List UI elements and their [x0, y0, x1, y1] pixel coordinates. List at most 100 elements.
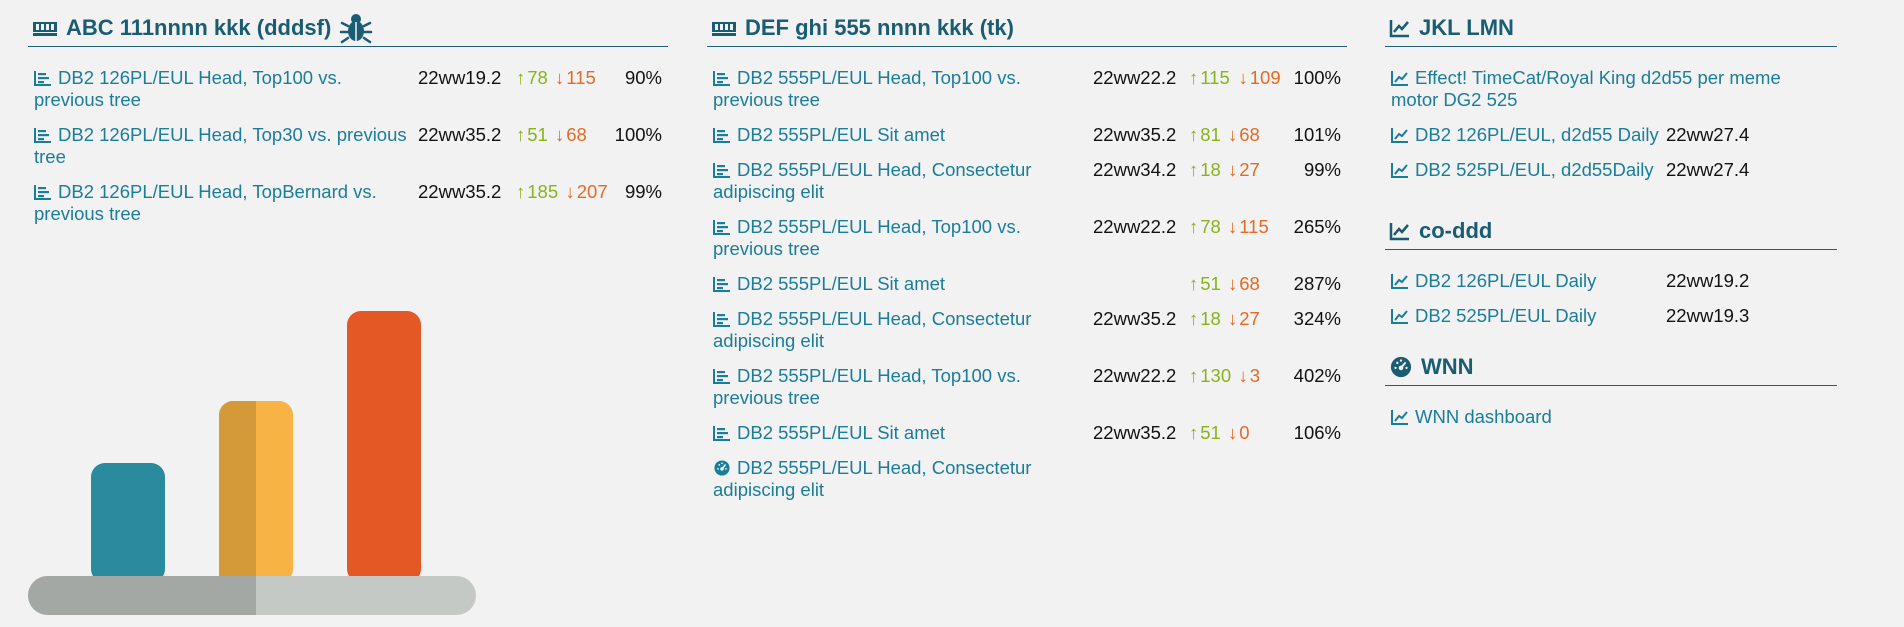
report-link[interactable]: DB2 555PL/EUL Head, Top100 vs. previous …: [713, 67, 1093, 111]
improvements-count[interactable]: ↑ 51: [1189, 422, 1221, 444]
improvements-count[interactable]: ↑ 78: [516, 67, 548, 89]
arrow-up-icon: ↑: [1189, 273, 1199, 294]
report-link[interactable]: DB2 555PL/EUL Head, Consectetur adipisci…: [713, 457, 1093, 501]
regressions-count[interactable]: ↓ 68: [1228, 124, 1260, 146]
report-link[interactable]: DB2 525PL/EUL, d2d55Daily: [1391, 159, 1661, 181]
score-percent: 287%: [1293, 273, 1341, 294]
bar-chart-icon: [713, 126, 731, 143]
regressions-value: 109: [1249, 67, 1281, 88]
line-chart-icon: [1391, 272, 1409, 289]
bar-chart-icon: [713, 218, 731, 235]
arrow-up-icon: ↑: [516, 67, 526, 88]
regressions-value: 68: [1239, 124, 1260, 145]
section-jkl-title: JKL LMN: [1419, 15, 1514, 40]
arrow-down-icon: ↓: [1228, 422, 1238, 443]
report-link[interactable]: DB2 555PL/EUL Head, Top100 vs. previous …: [713, 365, 1093, 409]
regressions-count[interactable]: ↓ 27: [1228, 308, 1260, 330]
report-link[interactable]: DB2 126PL/EUL Head, Top30 vs. previous t…: [34, 124, 414, 168]
dashboard-icon: [1389, 356, 1413, 378]
build-version: 22ww35.2: [1093, 124, 1177, 145]
arrow-up-icon: ↑: [1189, 67, 1199, 88]
bar-chart-icon: [713, 161, 731, 178]
regressions-count[interactable]: ↓ 207: [566, 181, 608, 203]
list-item: DB2 525PL/EUL Daily 22ww19.3: [1385, 305, 1837, 327]
regressions-count[interactable]: ↓ 115: [555, 67, 596, 89]
report-link[interactable]: DB2 525PL/EUL Daily: [1391, 305, 1661, 327]
memory-icon: [32, 17, 58, 39]
report-link[interactable]: DB2 126PL/EUL Daily: [1391, 270, 1661, 292]
list-item: DB2 555PL/EUL Head, Consectetur adipisci…: [707, 159, 1347, 202]
line-chart-icon: [1389, 17, 1411, 39]
report-link[interactable]: DB2 126PL/EUL Head, Top100 vs. previous …: [34, 67, 414, 111]
list-item: DB2 126PL/EUL Head, TopBernard vs. previ…: [28, 181, 668, 224]
list-item: Effect! TimeCat/Royal King d2d55 per mem…: [1385, 67, 1837, 110]
section-co-header: co-ddd: [1385, 213, 1837, 250]
report-link[interactable]: DB2 555PL/EUL Sit amet: [713, 273, 1093, 295]
improvements-count[interactable]: ↑ 185: [516, 181, 558, 203]
build-version: 22ww19.2: [418, 67, 502, 88]
score-percent: 90%: [624, 67, 662, 88]
list-item: WNN dashboard: [1385, 406, 1837, 428]
improvements-count[interactable]: ↑ 18: [1189, 159, 1221, 181]
build-version: 22ww34.2: [1093, 159, 1177, 180]
arrow-up-icon: ↑: [1189, 124, 1199, 145]
score-percent: 100%: [1293, 67, 1341, 88]
regressions-count[interactable]: ↓ 68: [555, 124, 587, 146]
improvements-count[interactable]: ↑ 78: [1189, 216, 1221, 238]
regressions-count[interactable]: ↓ 115: [1228, 216, 1269, 238]
report-link[interactable]: DB2 126PL/EUL Head, TopBernard vs. previ…: [34, 181, 414, 225]
report-link[interactable]: DB2 555PL/EUL Head, Consectetur adipisci…: [713, 308, 1093, 352]
report-link[interactable]: DB2 555PL/EUL Sit amet: [713, 124, 1093, 146]
score-percent: 265%: [1293, 216, 1341, 237]
report-link[interactable]: DB2 555PL/EUL Sit amet: [713, 422, 1093, 444]
list-item: DB2 555PL/EUL Sit amet ↑ 51 ↓ 68 287%: [707, 273, 1347, 295]
line-chart-icon: [1391, 161, 1409, 178]
report-label: DB2 555PL/EUL Head, Consectetur adipisci…: [713, 308, 1032, 351]
report-link[interactable]: DB2 126PL/EUL, d2d55 Daily: [1391, 124, 1661, 146]
report-label: DB2 555PL/EUL Head, Top100 vs. previous …: [713, 365, 1021, 408]
improvements-count[interactable]: ↑ 115: [1189, 67, 1230, 89]
list-item: DB2 555PL/EUL Head, Consectetur adipisci…: [707, 457, 1347, 500]
improvements-value: 115: [1200, 67, 1230, 88]
report-label: DB2 555PL/EUL Head, Consectetur adipisci…: [713, 159, 1032, 202]
report-link[interactable]: DB2 555PL/EUL Head, Consectetur adipisci…: [713, 159, 1093, 203]
section-co: co-ddd DB2 126PL/EUL Daily 22ww19.2 DB2 52…: [1385, 213, 1837, 327]
improvements-count[interactable]: ↑ 130: [1189, 365, 1231, 387]
improvements-value: 18: [1200, 159, 1221, 180]
report-label: DB2 126PL/EUL Head, Top30 vs. previous t…: [34, 124, 407, 167]
arrow-down-icon: ↓: [1228, 159, 1238, 180]
score-percent: 99%: [1303, 159, 1341, 180]
build-version: 22ww35.2: [1093, 422, 1177, 443]
score-percent: 99%: [624, 181, 662, 202]
improvements-count[interactable]: ↑ 81: [1189, 124, 1221, 146]
build-version: 22ww27.4: [1666, 159, 1750, 180]
regressions-count[interactable]: ↓ 27: [1228, 159, 1260, 181]
improvements-value: 78: [527, 67, 548, 88]
build-version: 22ww22.2: [1093, 365, 1177, 386]
regressions-value: 115: [566, 67, 596, 88]
arrow-down-icon: ↓: [555, 124, 565, 145]
regressions-value: 0: [1239, 422, 1250, 443]
line-chart-icon: [1391, 126, 1409, 143]
regressions-count[interactable]: ↓ 109: [1239, 67, 1281, 89]
build-version: 22ww27.4: [1666, 124, 1750, 145]
report-link[interactable]: DB2 555PL/EUL Head, Top100 vs. previous …: [713, 216, 1093, 260]
report-label: DB2 126PL/EUL Daily: [1415, 270, 1597, 291]
regressions-value: 207: [576, 181, 608, 202]
improvements-count[interactable]: ↑ 51: [1189, 273, 1221, 295]
bar-chart-icon: [34, 183, 52, 200]
regressions-count[interactable]: ↓ 3: [1239, 365, 1261, 387]
arrow-up-icon: ↑: [1189, 365, 1199, 386]
section-co-title: co-ddd: [1419, 218, 1493, 243]
improvements-count[interactable]: ↑ 18: [1189, 308, 1221, 330]
improvements-count[interactable]: ↑ 51: [516, 124, 548, 146]
arrow-up-icon: ↑: [1189, 308, 1199, 329]
list-item: DB2 555PL/EUL Sit amet 22ww35.2 ↑ 51 ↓ 0 106%: [707, 422, 1347, 444]
improvements-value: 18: [1200, 308, 1221, 329]
regressions-value: 68: [566, 124, 587, 145]
regressions-count[interactable]: ↓ 0: [1228, 422, 1250, 444]
illustration-bar-orange: [347, 311, 421, 583]
report-link[interactable]: WNN dashboard: [1391, 406, 1661, 428]
regressions-count[interactable]: ↓ 68: [1228, 273, 1260, 295]
report-link[interactable]: Effect! TimeCat/Royal King d2d55 per mem…: [1391, 67, 1831, 111]
